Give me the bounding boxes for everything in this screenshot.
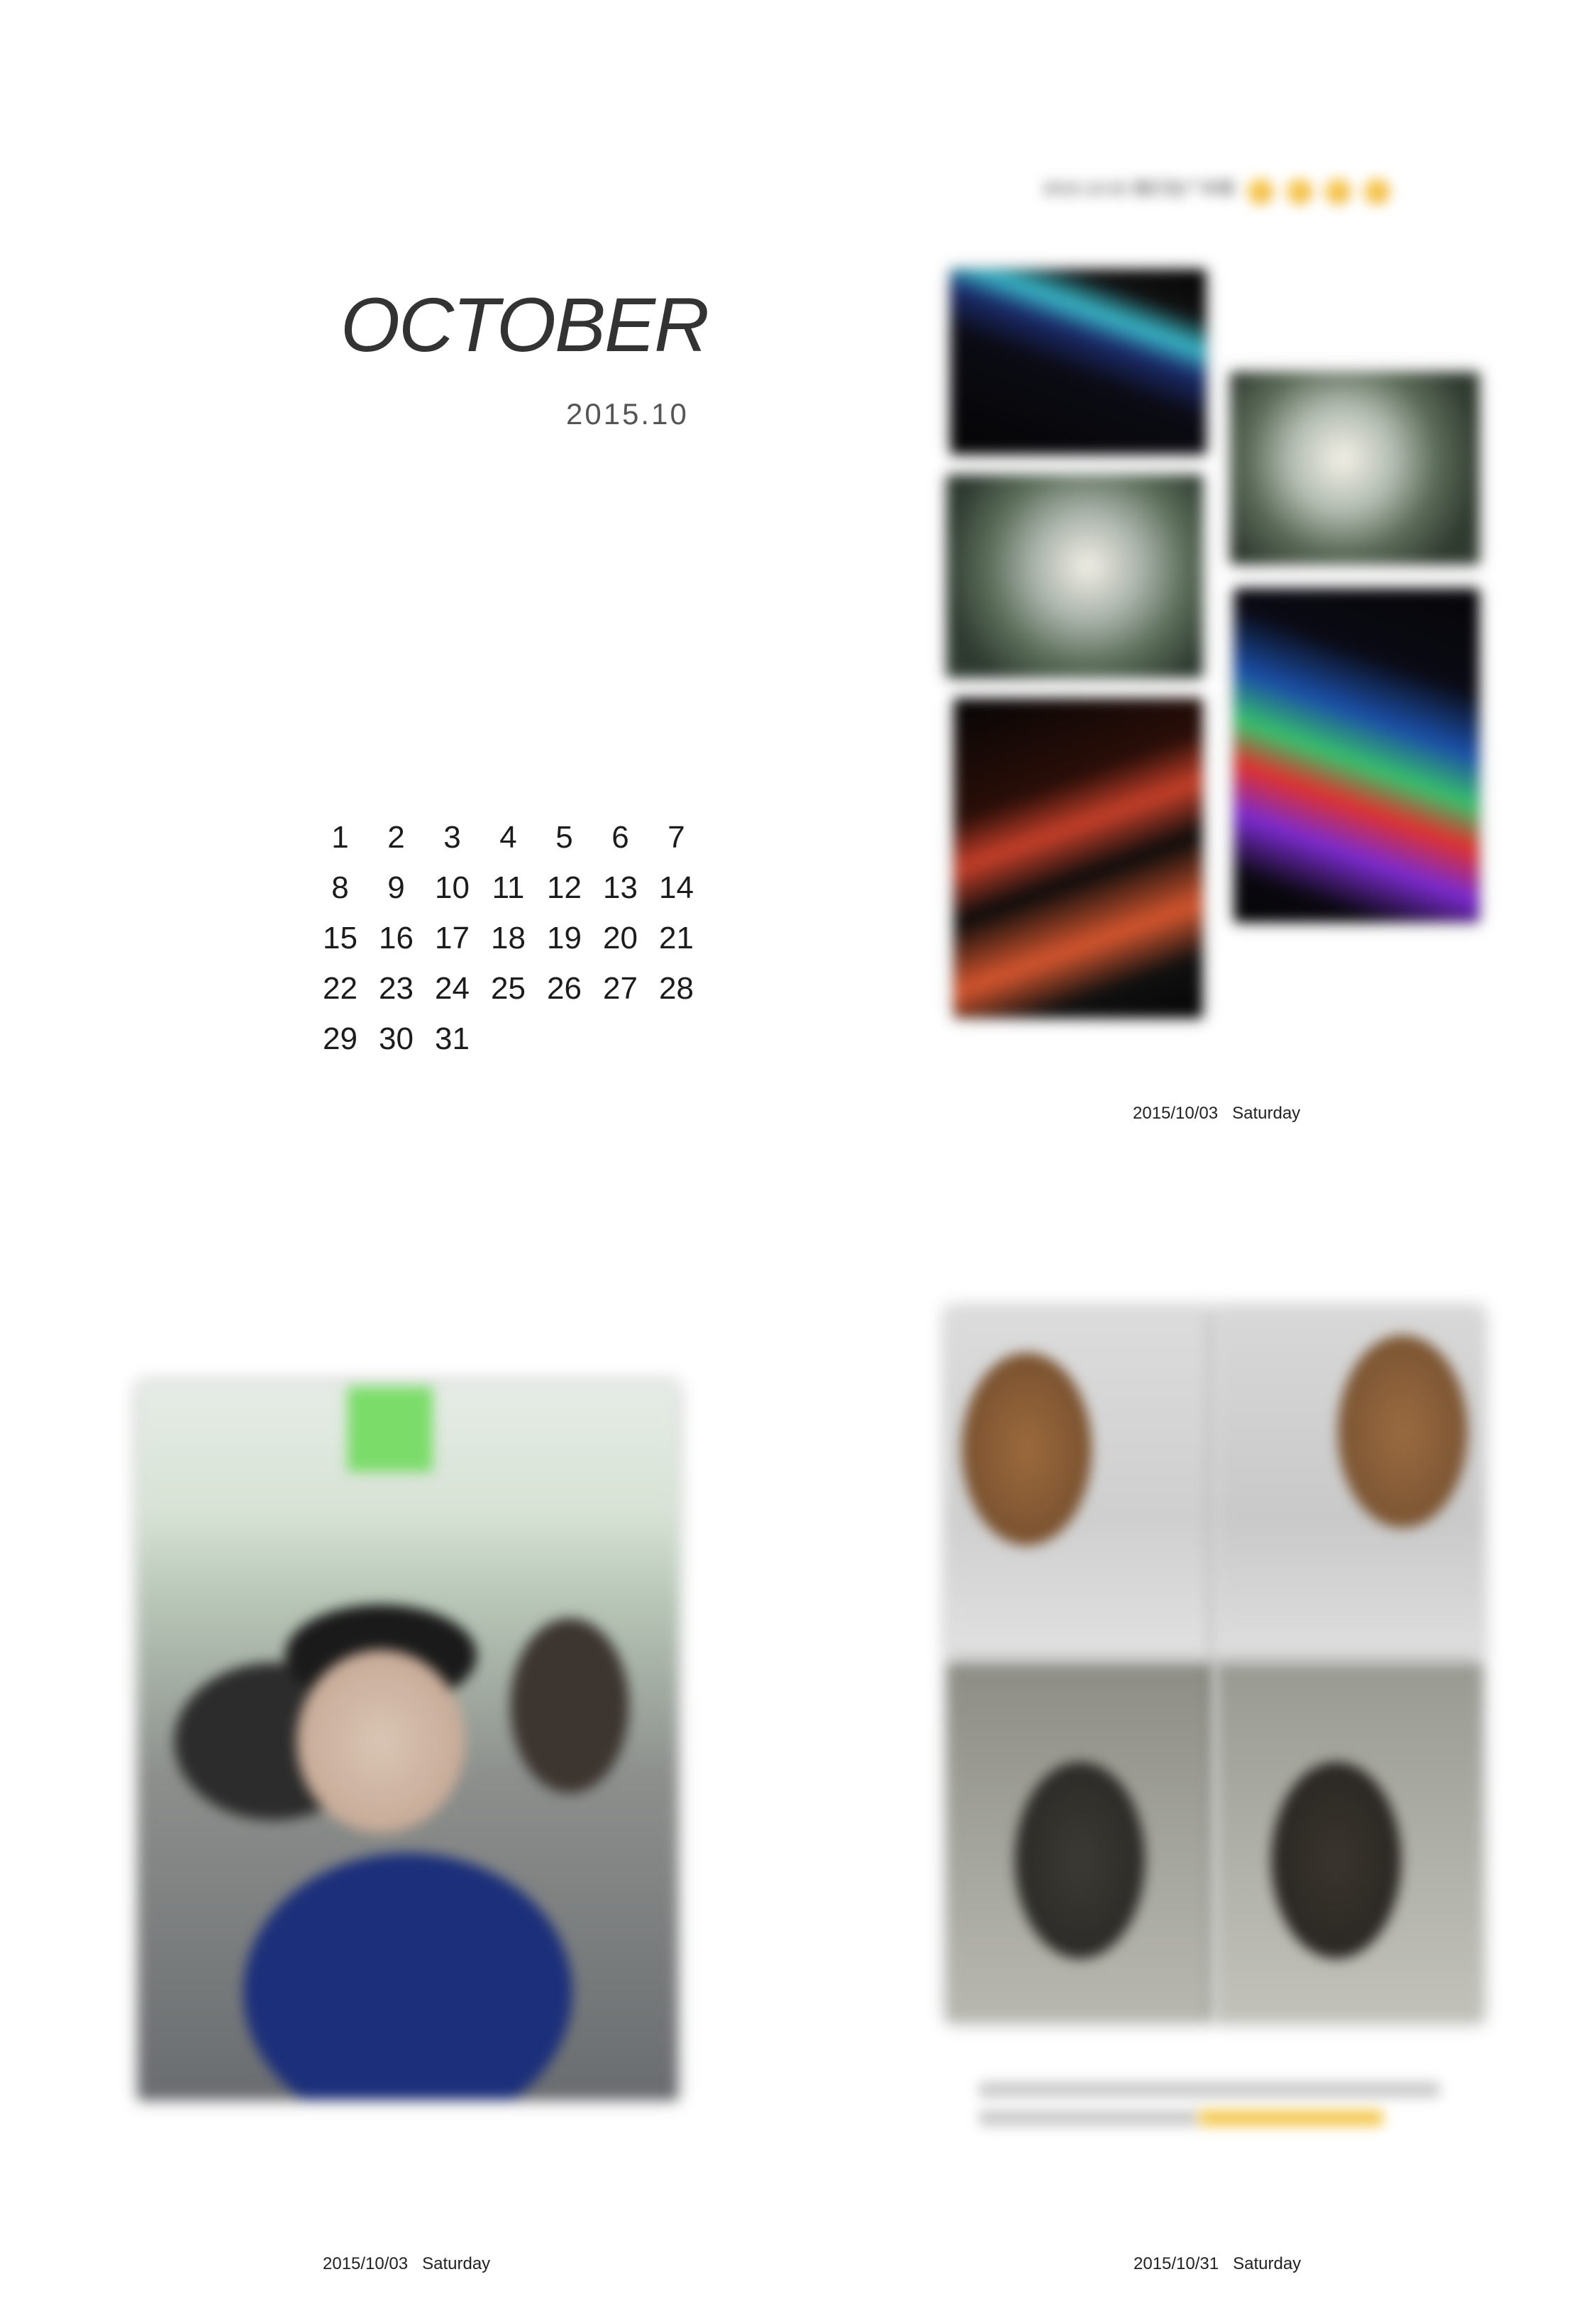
- caption-bottom-right: 2015/10/31 Saturday: [1134, 2254, 1302, 2273]
- calendar-day: 4: [499, 820, 517, 855]
- calendar-day: 26: [547, 971, 582, 1006]
- calendar-day: 15: [323, 921, 358, 955]
- smile-emoji-icon: [1248, 178, 1274, 204]
- calendar-day: 20: [603, 921, 638, 955]
- calendar-day: 16: [379, 921, 414, 955]
- photo-rainbow-lights: [1234, 589, 1479, 922]
- calendar-day: 23: [379, 971, 414, 1006]
- calendar-day: 17: [435, 921, 470, 955]
- photo-crowd-1: [947, 475, 1202, 677]
- month-subtitle: 2015.10: [566, 397, 689, 431]
- blurred-highlight-line: [1199, 2110, 1383, 2126]
- calendar-day: 24: [435, 971, 470, 1006]
- calendar-day: 6: [611, 820, 629, 855]
- calendar-day: 5: [555, 820, 573, 855]
- month-title: OCTOBER: [340, 282, 709, 367]
- photo-night-lights-2: [954, 699, 1202, 1018]
- calendar-day: 18: [491, 921, 526, 955]
- calendar-day: 14: [659, 870, 694, 905]
- calendar-day: 27: [603, 971, 638, 1006]
- photo-selfie-green-patch: [348, 1387, 433, 1472]
- photo-statue-3: [947, 1663, 1213, 2022]
- calendar-day: 30: [379, 1021, 414, 1056]
- photo-night-lights-1: [951, 270, 1206, 454]
- smile-emoji-icon: [1286, 178, 1312, 204]
- calendar-day: 12: [547, 870, 582, 905]
- calendar-day: 28: [659, 971, 694, 1006]
- photo-statue-4: [1217, 1663, 1483, 2022]
- photo-crowd-2: [1231, 372, 1479, 564]
- calendar-day: 29: [323, 1021, 358, 1056]
- calendar-day: 7: [667, 820, 685, 855]
- calendar-grid: 1 2 3 4 5 6 7 8 9 10 11 12 13 14 15 16 17 18 19 20 21 22 23 24 2…: [312, 812, 704, 1064]
- calendar-day: 31: [435, 1021, 470, 1056]
- photo-selfie: [138, 1383, 677, 2100]
- photo-statue-1: [947, 1309, 1213, 1660]
- blurred-text-line: [979, 2110, 1199, 2126]
- caption-bottom-left: 2015/10/03 Saturday: [323, 2254, 491, 2273]
- photo-statue-2: [1217, 1309, 1483, 1660]
- calendar-day: 11: [492, 870, 525, 905]
- smile-emoji-icon: [1363, 178, 1390, 204]
- calendar-day: 1: [331, 820, 349, 855]
- calendar-day: 21: [659, 921, 694, 955]
- calendar-day: 9: [387, 870, 405, 905]
- calendar-day: 19: [547, 921, 582, 955]
- calendar-day: 3: [443, 820, 461, 855]
- calendar-day: 2: [387, 820, 405, 855]
- calendar-day: 13: [603, 870, 638, 905]
- calendar-day: 25: [491, 971, 526, 1006]
- blurred-text-line: [979, 2082, 1440, 2097]
- calendar-day: 22: [323, 971, 358, 1006]
- calendar-day: 8: [331, 870, 349, 905]
- caption-top-right: 2015/10/03 Saturday: [1133, 1104, 1301, 1123]
- calendar-day: 10: [435, 870, 470, 905]
- smile-emoji-icon: [1325, 178, 1351, 204]
- photo-note: 2015.10.02 我们在广州塔: [1043, 174, 1390, 204]
- photo-note-text: 2015.10.02 我们在广州塔: [1043, 179, 1235, 199]
